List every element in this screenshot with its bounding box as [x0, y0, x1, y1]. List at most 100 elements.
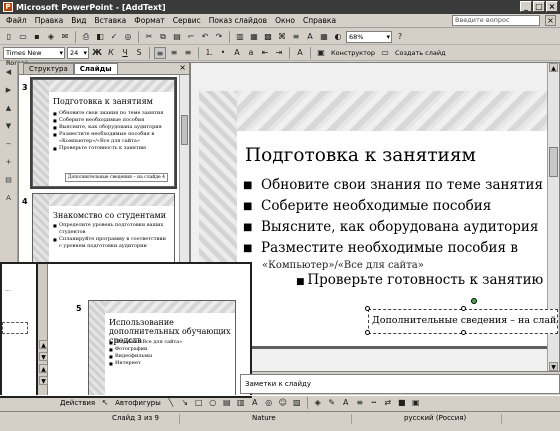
menu-edit[interactable]: Правка	[31, 16, 68, 25]
select-objects-icon[interactable]: ↖	[99, 397, 111, 409]
increase-indent-icon[interactable]: ⇥	[273, 47, 285, 59]
scroll-next-icon[interactable]: ▼	[39, 376, 48, 385]
tab-outline[interactable]: Структура	[23, 63, 74, 74]
fill-color-icon[interactable]: ◈	[312, 397, 324, 409]
font-color-icon[interactable]: A	[340, 397, 352, 409]
underline-icon[interactable]: Ч	[119, 47, 131, 59]
email-icon[interactable]: ✉	[59, 31, 71, 43]
font-color-icon[interactable]: A	[294, 47, 306, 59]
slide-thumbnail[interactable]: Знакомство со студентами Определите уров…	[32, 193, 175, 263]
show-formatting-icon[interactable]: A	[3, 192, 15, 204]
resize-handle[interactable]	[461, 306, 466, 311]
help-icon[interactable]: ?	[394, 31, 406, 43]
format-painter-icon[interactable]: ⌐	[185, 31, 197, 43]
move-down-icon[interactable]: ▼	[3, 120, 15, 132]
chart-icon[interactable]: ▥	[234, 31, 246, 43]
align-center-icon[interactable]: ≡	[168, 47, 180, 59]
help-question-input[interactable]: Введите вопрос	[452, 15, 540, 26]
summary-slide-icon[interactable]: ▤	[3, 174, 15, 186]
designer-icon[interactable]: ▣	[315, 47, 327, 59]
diagram-icon[interactable]: ◎	[263, 397, 275, 409]
redo-icon[interactable]: ↷	[213, 31, 225, 43]
designer-button[interactable]: Конструктор	[329, 49, 377, 57]
hyperlink-icon[interactable]: ⌘	[276, 31, 288, 43]
line-color-icon[interactable]: ✎	[326, 397, 338, 409]
arrow-icon[interactable]: ↘	[179, 397, 191, 409]
new-slide-button[interactable]: Создать слайд	[393, 49, 448, 57]
new-icon[interactable]: ▯	[3, 31, 15, 43]
decrease-font-icon[interactable]: a	[245, 47, 257, 59]
pane-scrollbar[interactable]: ▲ ▼ ▲ ▼	[36, 264, 48, 396]
close-button[interactable]: ×	[546, 1, 558, 12]
line-style-icon[interactable]: ≡	[354, 397, 366, 409]
scrollbar-thumb[interactable]	[549, 147, 558, 177]
actions-menu[interactable]: Действия	[58, 399, 97, 407]
color-grayscale-icon[interactable]: ◐	[332, 31, 344, 43]
wordart-icon[interactable]: A	[249, 397, 261, 409]
save-icon[interactable]: ▪	[31, 31, 43, 43]
3d-style-icon[interactable]: ▣	[410, 397, 422, 409]
shadow-icon[interactable]: S	[133, 47, 145, 59]
scrollbar-thumb[interactable]	[181, 115, 188, 145]
preview-icon[interactable]: ◧	[94, 31, 106, 43]
close-icon[interactable]: ×	[179, 63, 186, 72]
spelling-icon[interactable]: ✓	[108, 31, 120, 43]
scroll-prev-icon[interactable]: ▲	[39, 364, 48, 373]
vertical-textbox-icon[interactable]: ▥	[235, 397, 247, 409]
menu-help[interactable]: Справка	[299, 16, 340, 25]
shadow-style-icon[interactable]: ■	[396, 397, 408, 409]
tables-borders-icon[interactable]: ▩	[262, 31, 274, 43]
numbering-icon[interactable]: ⒈	[203, 47, 215, 59]
notes-pane[interactable]: Заметки к слайду	[240, 374, 560, 394]
zoom-select[interactable]: 68%	[346, 30, 392, 43]
collapse-icon[interactable]: −	[3, 138, 15, 150]
tab-slides[interactable]: Слайды	[73, 63, 118, 74]
dash-style-icon[interactable]: ┅	[368, 397, 380, 409]
slide-thumbnail[interactable]: Подготовка к занятиям Обновите свои знан…	[30, 77, 177, 189]
autoshapes-menu[interactable]: Автофигуры	[113, 399, 163, 407]
menu-file[interactable]: Файл	[2, 16, 31, 25]
slide-title[interactable]: Подготовка к занятиям	[245, 145, 476, 166]
minimize-button[interactable]: _	[520, 1, 532, 12]
scroll-up-icon[interactable]: ▲	[549, 63, 558, 72]
promote-icon[interactable]: ◀	[3, 66, 15, 78]
slide-thumbnail[interactable]: Использование дополнительных обучающих с…	[88, 300, 236, 396]
research-icon[interactable]: ◎	[122, 31, 134, 43]
permission-icon[interactable]: ◈	[45, 31, 57, 43]
show-formatting-icon[interactable]: A	[304, 31, 316, 43]
demote-icon[interactable]: ▶	[3, 84, 15, 96]
table-icon[interactable]: ▦	[248, 31, 260, 43]
rotate-handle[interactable]	[471, 298, 477, 304]
bullets-icon[interactable]: •	[217, 47, 229, 59]
powerpoint-app-icon[interactable]: P	[3, 2, 13, 12]
menu-insert[interactable]: Вставка	[91, 16, 131, 25]
menu-view[interactable]: Вид	[67, 16, 90, 25]
move-up-icon[interactable]: ▲	[3, 102, 15, 114]
font-size-select[interactable]: 24	[67, 46, 89, 59]
pane-scrollbar[interactable]	[179, 75, 189, 275]
picture-icon[interactable]: ▨	[291, 397, 303, 409]
document-close-button[interactable]: ×	[545, 15, 556, 26]
menu-window[interactable]: Окно	[271, 16, 299, 25]
align-right-icon[interactable]: ≡	[182, 47, 194, 59]
line-icon[interactable]: ╲	[165, 397, 177, 409]
italic-icon[interactable]: К	[105, 47, 117, 59]
decrease-indent-icon[interactable]: ⇤	[259, 47, 271, 59]
maximize-button[interactable]: □	[533, 1, 545, 12]
resize-handle[interactable]	[365, 330, 370, 335]
open-icon[interactable]: ▭	[17, 31, 29, 43]
copy-icon[interactable]: ⧉	[157, 31, 169, 43]
textbox-icon[interactable]: ▤	[221, 397, 233, 409]
slide-bullets[interactable]: Обновите свои знания по теме занятия Соб…	[243, 175, 543, 259]
undo-icon[interactable]: ↶	[199, 31, 211, 43]
rectangle-icon[interactable]: □	[193, 397, 205, 409]
scroll-down-icon[interactable]: ▼	[549, 362, 558, 371]
cut-icon[interactable]: ✂	[143, 31, 155, 43]
resize-handle[interactable]	[365, 306, 370, 311]
menu-slideshow[interactable]: Показ слайдов	[205, 16, 271, 25]
resize-handle[interactable]	[461, 330, 466, 335]
font-select[interactable]: Times New Roman	[3, 46, 65, 67]
menu-format[interactable]: Формат	[130, 16, 168, 25]
expand-icon[interactable]: +	[3, 156, 15, 168]
new-slide-icon[interactable]: ▭	[379, 47, 391, 59]
